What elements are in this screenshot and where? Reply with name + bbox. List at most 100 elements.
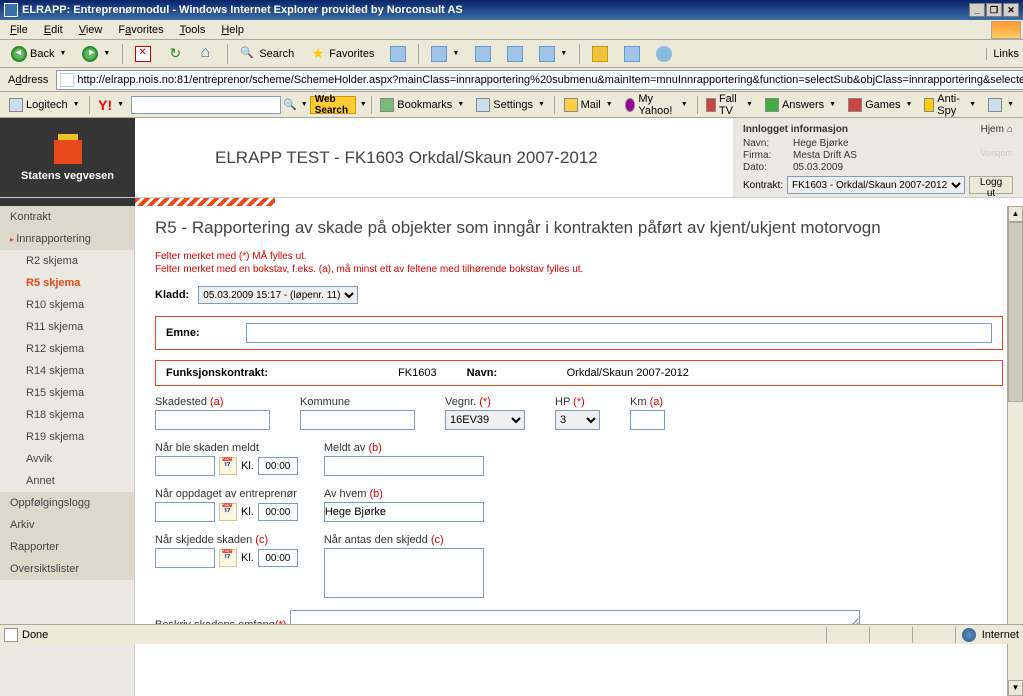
minimize-button[interactable]: _ (969, 3, 985, 17)
shield-icon (924, 98, 934, 112)
tool-button-1[interactable] (617, 43, 647, 65)
sidebar-item-r15-skjema[interactable]: R15 skjema (0, 382, 134, 404)
skadested-input[interactable] (155, 410, 270, 430)
sidebar-item-r2-skjema[interactable]: R2 skjema (0, 250, 134, 272)
menu-edit[interactable]: Edit (36, 22, 71, 38)
discuss-button[interactable]: ▼ (532, 43, 574, 65)
mail-button[interactable]: ▼ (424, 43, 466, 65)
falltv-button[interactable]: Fall TV▼ (701, 95, 758, 115)
favorites-button[interactable]: ★ Favorites (303, 43, 381, 65)
address-input[interactable]: http://elrapp.nois.no:81/entreprenor/sch… (56, 70, 1023, 90)
nar-skjedde-date[interactable] (155, 548, 215, 568)
toolbar-options[interactable]: ▼ (983, 95, 1019, 115)
links-label[interactable]: Links (986, 48, 1019, 60)
yahoo-search-input[interactable] (131, 96, 281, 114)
emne-box: Emne: (155, 316, 1003, 350)
meldt-av-input[interactable] (324, 456, 484, 476)
menu-favorites[interactable]: Favorites (110, 22, 171, 38)
nar-meldt-time[interactable] (258, 457, 298, 475)
messenger-button[interactable] (649, 43, 679, 65)
myyahoo-button[interactable]: My Yahoo!▼ (620, 95, 693, 115)
hjem-link[interactable]: Hjem⌂ (981, 124, 1013, 135)
settings-button[interactable]: Settings▼ (471, 95, 550, 115)
menu-help[interactable]: Help (213, 22, 252, 38)
nar-oppdaget-date[interactable] (155, 502, 215, 522)
km-input[interactable] (630, 410, 665, 430)
funk-value: FK1603 (398, 367, 437, 379)
sidebar-item-r19-skjema[interactable]: R19 skjema (0, 426, 134, 448)
games-icon (848, 98, 862, 112)
yahoo-logo[interactable]: Y!▼ (93, 95, 129, 115)
hp-select[interactable]: 3 (555, 410, 600, 430)
search-icon: 🔍 (283, 98, 297, 111)
ie-icon (4, 3, 18, 17)
sidebar-item-r12-skjema[interactable]: R12 skjema (0, 338, 134, 360)
kontrakt-select[interactable]: FK1603 - Orkdal/Skaun 2007-2012 (787, 176, 965, 194)
antispy-button[interactable]: Anti-Spy▼ (919, 95, 981, 115)
logitech-button[interactable]: Logitech▼ (4, 95, 85, 115)
sidebar-item-r10-skjema[interactable]: R10 skjema (0, 294, 134, 316)
answers-button[interactable]: Answers▼ (760, 95, 841, 115)
sidebar-item-avvik[interactable]: Avvik (0, 448, 134, 470)
scroll-thumb[interactable] (1008, 222, 1023, 402)
sidebar-item-r5-skjema[interactable]: R5 skjema (0, 272, 134, 294)
sidebar-item-kontrakt[interactable]: Kontrakt (0, 206, 134, 228)
sidebar-item-innrapportering[interactable]: Innrapportering (0, 228, 134, 250)
vegnr-select[interactable]: 16EV39 (445, 410, 525, 430)
home-button[interactable] (192, 43, 222, 65)
chevron-down-icon: ▼ (103, 50, 110, 57)
menu-view[interactable]: View (71, 22, 111, 38)
calendar-icon[interactable] (219, 549, 237, 567)
calendar-icon[interactable] (219, 503, 237, 521)
sidebar-item-r14-skjema[interactable]: R14 skjema (0, 360, 134, 382)
sidebar-item-oversiktslister[interactable]: Oversiktslister (0, 558, 134, 580)
close-button[interactable]: ✕ (1003, 3, 1019, 17)
vertical-scrollbar[interactable]: ▲ ▼ (1007, 206, 1023, 696)
bookmarks-icon (380, 98, 394, 112)
games-button[interactable]: Games▼ (843, 95, 917, 115)
menu-file[interactable]: File (2, 22, 36, 38)
print-icon (475, 46, 491, 62)
scroll-down-button[interactable]: ▼ (1008, 680, 1023, 696)
sidebar-item-annet[interactable]: Annet (0, 470, 134, 492)
edit-button[interactable] (500, 43, 530, 65)
emne-input[interactable] (246, 323, 992, 343)
answers-icon (765, 98, 779, 112)
nar-meldt-date[interactable] (155, 456, 215, 476)
loggut-button[interactable]: Logg ut (969, 176, 1013, 194)
folder-button[interactable] (585, 43, 615, 65)
scroll-up-button[interactable]: ▲ (1008, 206, 1023, 222)
back-button[interactable]: Back ▼ (4, 43, 73, 65)
web-search-button[interactable]: Web Search (310, 96, 356, 114)
forward-button[interactable]: ▼ (75, 43, 117, 65)
sidebar-item-oppfølgingslogg[interactable]: Oppfølgingslogg (0, 492, 134, 514)
kladd-select[interactable]: 05.03.2009 15:17 - (løpenr. 11) (198, 286, 358, 304)
home-icon (199, 46, 215, 62)
restore-button[interactable]: ❐ (986, 3, 1002, 17)
calendar-icon[interactable] (219, 457, 237, 475)
sidebar-item-r18-skjema[interactable]: R18 skjema (0, 404, 134, 426)
sidebar-item-r11-skjema[interactable]: R11 skjema (0, 316, 134, 338)
av-hvem-input[interactable] (324, 502, 484, 522)
decorative-stripe (0, 198, 1023, 206)
stop-button[interactable] (128, 43, 158, 65)
print-button[interactable] (468, 43, 498, 65)
internet-zone-icon (962, 628, 976, 642)
mail-icon (431, 46, 447, 62)
nar-skjedde-time[interactable] (258, 549, 298, 567)
sidebar-item-rapporter[interactable]: Rapporter (0, 536, 134, 558)
history-button[interactable] (383, 43, 413, 65)
statens-vegvesen-logo (48, 134, 88, 164)
kommune-input[interactable] (300, 410, 415, 430)
address-label: Address (4, 74, 52, 86)
forward-icon (82, 46, 98, 62)
page-icon (60, 73, 74, 87)
sidebar-item-arkiv[interactable]: Arkiv (0, 514, 134, 536)
refresh-button[interactable]: ↻ (160, 43, 190, 65)
nar-oppdaget-time[interactable] (258, 503, 298, 521)
menu-tools[interactable]: Tools (172, 22, 214, 38)
bookmarks-button[interactable]: Bookmarks▼ (375, 95, 469, 115)
mail-button[interactable]: Mail▼ (559, 95, 618, 115)
search-button[interactable]: Search (233, 43, 301, 65)
nar-antas-textarea[interactable] (324, 548, 484, 598)
